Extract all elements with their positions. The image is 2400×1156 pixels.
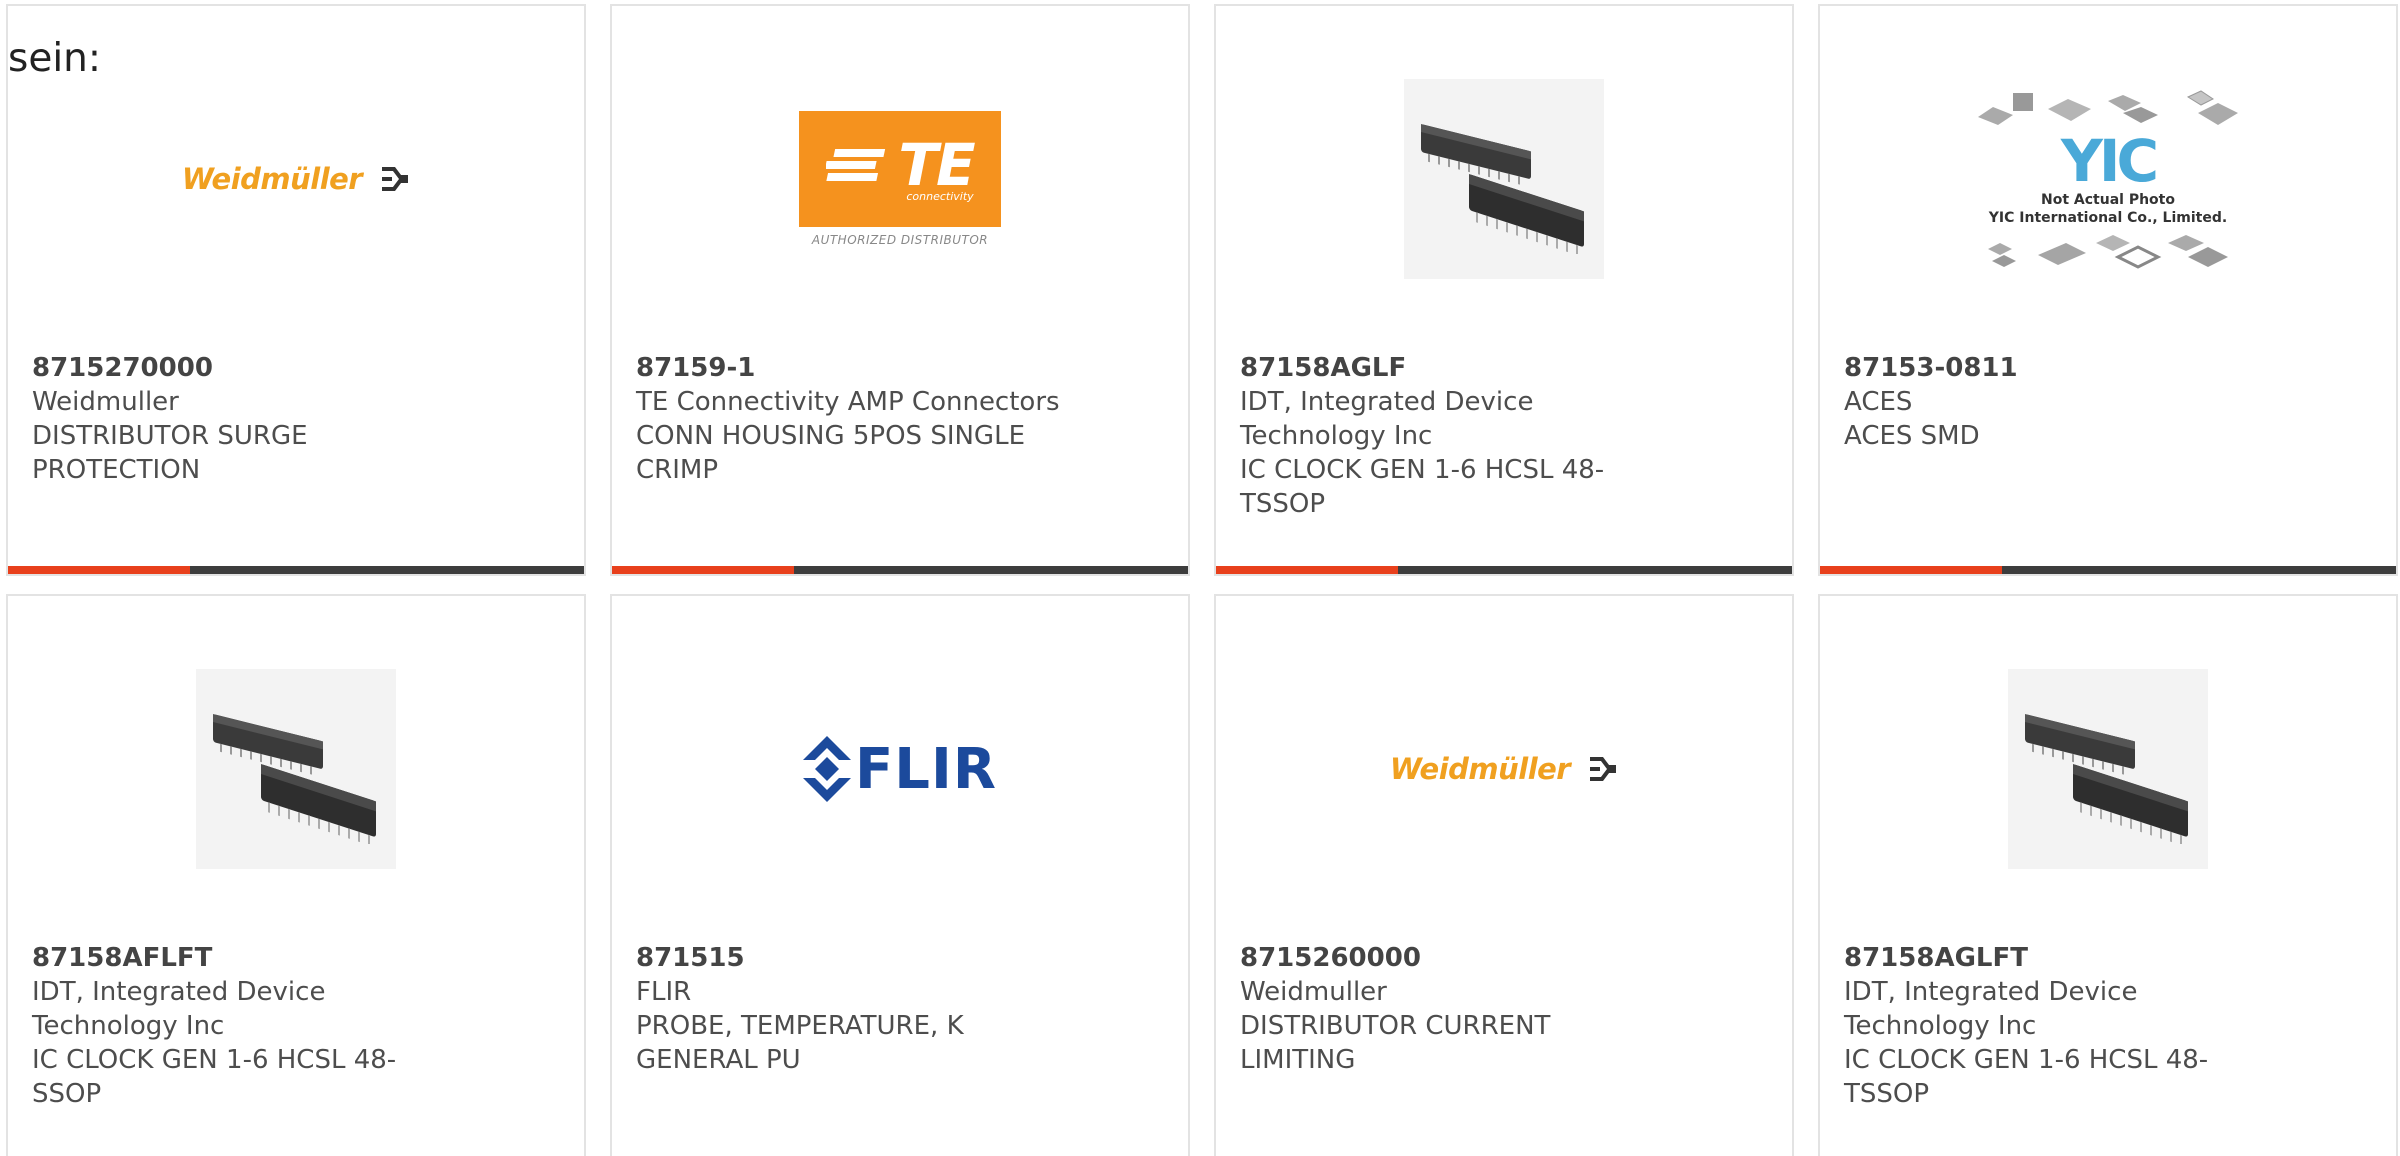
product-card[interactable]: 87158AGLF IDT, Integrated Device Technol… [1214, 4, 1794, 576]
product-info: 87158AGLF IDT, Integrated Device Technol… [1240, 351, 1670, 521]
card-bottom-bar [8, 566, 584, 574]
description-line-3: TSSOP [1844, 1079, 1930, 1109]
product-info: 8715260000 Weidmuller DISTRIBUTOR CURREN… [1240, 941, 1670, 1077]
te-logo: TE connectivity AUTHORIZED DISTRIBUTOR [799, 111, 1001, 247]
chip-photo [1404, 79, 1604, 279]
page-heading: sein: [8, 36, 102, 81]
description-line-1: Technology Inc [32, 1011, 225, 1041]
manufacturer: ACES [1844, 387, 1913, 417]
product-card[interactable]: Weidmüller 8715270000 Weidmuller DISTRIB… [6, 4, 586, 576]
product-card[interactable]: TE connectivity AUTHORIZED DISTRIBUTOR 8… [610, 4, 1190, 576]
components-icon [1978, 90, 2238, 125]
manufacturer: TE Connectivity AMP Connectors [636, 387, 1060, 417]
yic-logo-icon: YIC [2060, 127, 2159, 195]
description-line-3: TSSOP [1240, 489, 1326, 519]
product-card[interactable]: YIC Not Actual Photo YIC International C… [1818, 4, 2398, 576]
description-line-1: CONN HOUSING 5POS SINGLE [636, 421, 1025, 451]
part-number[interactable]: 87159-1 [636, 351, 1066, 385]
description-line-2: IC CLOCK GEN 1-6 HCSL 48- [1844, 1045, 2209, 1075]
description-line-2: CRIMP [636, 455, 718, 485]
description-line-1: Technology Inc [1844, 1011, 2037, 1041]
product-image[interactable]: Weidmüller [1216, 662, 1792, 876]
description-line-2: IC CLOCK GEN 1-6 HCSL 48- [1240, 455, 1605, 485]
product-info: 871515 FLIR PROBE, TEMPERATURE, K GENERA… [636, 941, 1066, 1077]
part-number[interactable]: 871515 [636, 941, 1066, 975]
card-bottom-bar [1216, 566, 1792, 574]
product-info: 8715270000 Weidmuller DISTRIBUTOR SURGE … [32, 351, 462, 487]
chip-icon [213, 714, 376, 844]
weidmuller-logo-text: Weidmüller [1389, 752, 1571, 786]
product-info: 87159-1 TE Connectivity AMP Connectors C… [636, 351, 1066, 487]
weidmuller-logo: Weidmüller [182, 162, 410, 196]
part-number[interactable]: 87158AGLF [1240, 351, 1670, 385]
product-image[interactable] [8, 662, 584, 876]
description-line-1: ACES SMD [1844, 421, 1980, 451]
manufacturer: Weidmuller [32, 387, 179, 417]
flir-logo-text: FLIR [855, 736, 997, 802]
chip-photo [196, 669, 396, 869]
description-line-2: PROTECTION [32, 455, 201, 485]
te-authorized-text: AUTHORIZED DISTRIBUTOR [811, 233, 989, 247]
product-info: 87153-0811 ACES ACES SMD [1844, 351, 2274, 453]
description-line-1: DISTRIBUTOR SURGE [32, 421, 308, 451]
te-stripes-icon [826, 148, 886, 181]
weidmuller-logo-text: Weidmüller [181, 162, 363, 196]
part-number[interactable]: 87158AFLFT [32, 941, 462, 975]
te-logo-text: TE [898, 130, 975, 199]
manufacturer: Weidmuller [1240, 977, 1387, 1007]
part-number[interactable]: 87153-0811 [1844, 351, 2274, 385]
part-number[interactable]: 8715260000 [1240, 941, 1670, 975]
flir-logo: FLIR [803, 736, 997, 802]
product-image[interactable]: Weidmüller [8, 72, 584, 286]
description-line-1: Technology Inc [1240, 421, 1433, 451]
yic-placeholder-image: YIC Not Actual Photo YIC International C… [1973, 87, 2243, 271]
description-line-1: PROBE, TEMPERATURE, K [636, 1011, 964, 1041]
weidmuller-mark-icon [1590, 757, 1617, 781]
manufacturer: FLIR [636, 977, 692, 1007]
yic-not-actual-text: Not Actual Photo [2041, 192, 2175, 208]
description-line-2: IC CLOCK GEN 1-6 HCSL 48-SSOP [32, 1045, 397, 1109]
manufacturer: IDT, Integrated Device [32, 977, 326, 1007]
weidmuller-logo: Weidmüller [1390, 752, 1618, 786]
product-image[interactable] [1216, 72, 1792, 286]
te-logo-box: TE connectivity [799, 111, 1001, 227]
description-line-2: LIMITING [1240, 1045, 1356, 1075]
te-logo-subtext: connectivity [906, 189, 974, 203]
product-card[interactable]: 87158AFLFT IDT, Integrated Device Techno… [6, 594, 586, 1156]
description-line-1: DISTRIBUTOR CURRENT [1240, 1011, 1551, 1041]
product-image[interactable] [1820, 662, 2396, 876]
card-bottom-bar [1820, 566, 2396, 574]
manufacturer: IDT, Integrated Device [1240, 387, 1534, 417]
product-info: 87158AGLFT IDT, Integrated Device Techno… [1844, 941, 2274, 1111]
product-card[interactable]: Weidmüller 8715260000 Weidmuller DISTRIB… [1214, 594, 1794, 1156]
flir-diamond-icon [803, 736, 852, 802]
card-bottom-accent [8, 566, 190, 574]
card-bottom-accent [1216, 566, 1398, 574]
card-bottom-bar [612, 566, 1188, 574]
product-image[interactable]: TE connectivity AUTHORIZED DISTRIBUTOR [612, 72, 1188, 286]
chip-icon [2025, 714, 2188, 844]
card-bottom-accent [612, 566, 794, 574]
part-number[interactable]: 87158AGLFT [1844, 941, 2274, 975]
card-bottom-accent [1820, 566, 2002, 574]
product-image[interactable]: YIC Not Actual Photo YIC International C… [1820, 72, 2396, 286]
part-number[interactable]: 8715270000 [32, 351, 462, 385]
product-info: 87158AFLFT IDT, Integrated Device Techno… [32, 941, 462, 1111]
product-card[interactable]: FLIR 871515 FLIR PROBE, TEMPERATURE, K G… [610, 594, 1190, 1156]
weidmuller-mark-icon [382, 167, 409, 191]
product-card[interactable]: 87158AGLFT IDT, Integrated Device Techno… [1818, 594, 2398, 1156]
product-image[interactable]: FLIR [612, 662, 1188, 876]
description-line-2: GENERAL PU [636, 1045, 801, 1075]
components-icon [1988, 235, 2228, 269]
yic-company-text: YIC International Co., Limited. [1988, 210, 2228, 226]
chip-photo [2008, 669, 2208, 869]
manufacturer: IDT, Integrated Device [1844, 977, 2138, 1007]
chip-icon [1421, 124, 1584, 254]
